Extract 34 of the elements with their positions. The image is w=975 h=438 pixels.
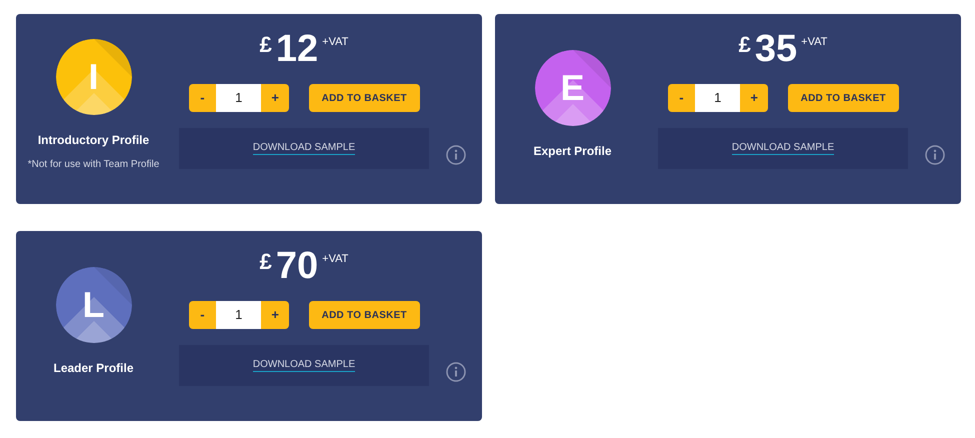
info-icon[interactable] xyxy=(924,145,944,165)
download-sample-link[interactable]: DOWNLOAD SAMPLE xyxy=(252,358,356,372)
increase-button[interactable]: + xyxy=(261,84,290,112)
product-name: Leader Profile xyxy=(53,360,134,377)
product-note: *Not for use with Team Profile xyxy=(28,158,160,172)
decrease-button[interactable]: - xyxy=(188,301,216,329)
quantity-field[interactable]: 1 xyxy=(216,84,262,112)
increase-button[interactable]: + xyxy=(740,84,768,112)
vat-label: +VAT xyxy=(801,35,828,50)
logo-letter: I xyxy=(88,58,98,94)
quantity-field[interactable]: 1 xyxy=(216,301,262,329)
add-to-basket-button[interactable]: ADD TO BASKET xyxy=(309,84,420,112)
download-sample-link[interactable]: DOWNLOAD SAMPLE xyxy=(732,142,834,156)
quantity-field[interactable]: 1 xyxy=(695,84,740,112)
product-name: Expert Profile xyxy=(533,143,612,160)
add-to-basket-button[interactable]: ADD TO BASKET xyxy=(788,84,898,112)
decrease-button[interactable]: - xyxy=(188,84,216,112)
logo-letter: L xyxy=(82,287,104,323)
price: 70 xyxy=(276,247,318,285)
vat-label: +VAT xyxy=(322,35,348,50)
product-name: Introductory Profile xyxy=(38,132,150,148)
currency-symbol: £ xyxy=(260,251,272,273)
currency-symbol: £ xyxy=(738,34,751,56)
info-icon[interactable] xyxy=(446,362,466,382)
increase-button[interactable]: + xyxy=(261,301,290,329)
download-sample-link[interactable]: DOWNLOAD SAMPLE xyxy=(252,142,356,156)
add-to-basket-button[interactable]: ADD TO BASKET xyxy=(309,301,420,329)
logo-letter: E xyxy=(560,70,584,106)
price: 35 xyxy=(754,30,798,68)
decrease-button[interactable]: - xyxy=(668,84,696,112)
vat-label: +VAT xyxy=(322,252,348,267)
info-icon[interactable] xyxy=(446,145,466,165)
currency-symbol: £ xyxy=(260,34,272,56)
price: 12 xyxy=(276,30,318,68)
